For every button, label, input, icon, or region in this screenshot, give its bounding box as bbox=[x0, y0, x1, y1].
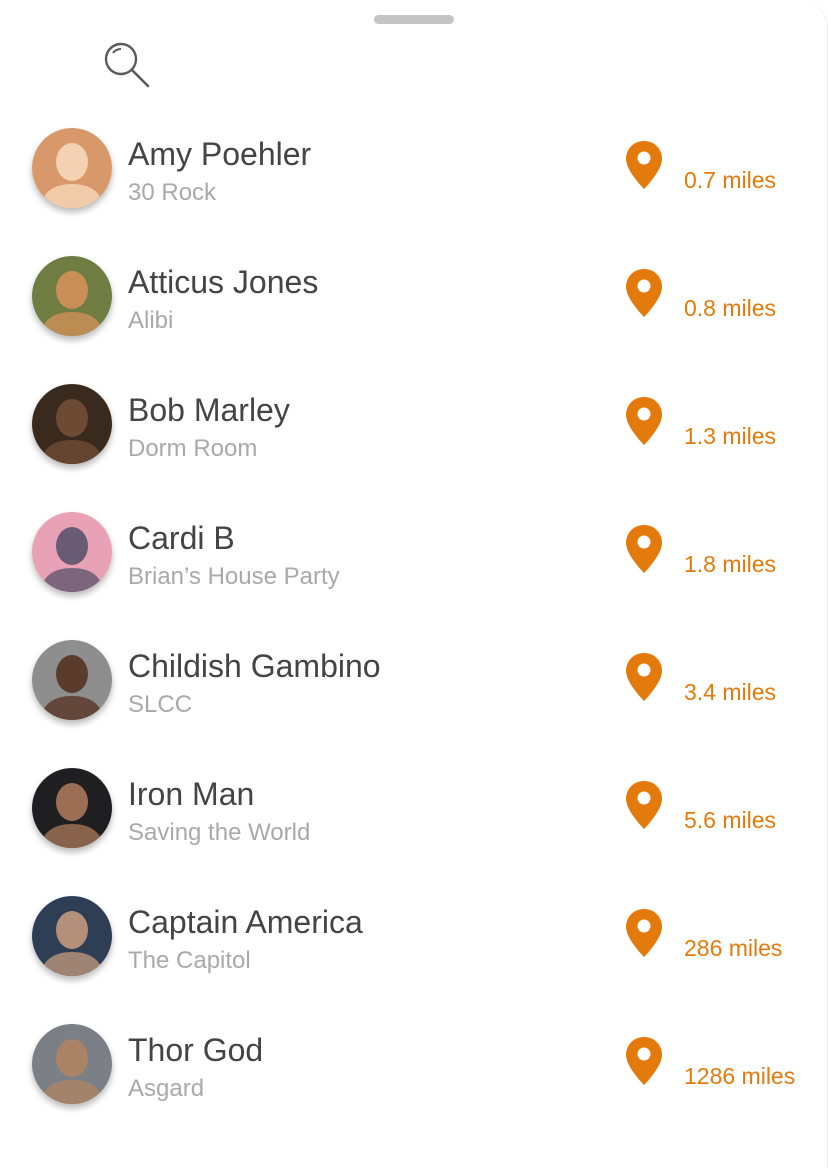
avatar[interactable] bbox=[32, 640, 112, 720]
distance-label: 0.7 miles bbox=[684, 167, 777, 193]
person-venue: 30 Rock bbox=[128, 179, 217, 206]
location-pin-icon bbox=[624, 140, 664, 190]
person-name: Bob Marley bbox=[128, 392, 290, 428]
distance-label: 5.6 miles bbox=[684, 807, 777, 833]
distance-label: 3.4 miles bbox=[684, 679, 777, 705]
avatar[interactable] bbox=[32, 384, 112, 464]
person-name: Cardi B bbox=[128, 520, 235, 556]
distance-label: 286 miles bbox=[684, 935, 783, 961]
list-item[interactable]: Bob Marley Dorm Room 1.3 miles bbox=[0, 360, 828, 488]
avatar[interactable] bbox=[32, 896, 112, 976]
location-pin-icon bbox=[624, 780, 664, 830]
location-pin-icon bbox=[624, 908, 664, 958]
people-list: Amy Poehler 30 Rock 0.7 miles Atticus Jo… bbox=[0, 104, 828, 1128]
list-item[interactable]: Cardi B Brian’s House Party 1.8 miles bbox=[0, 488, 828, 616]
person-name: Childish Gambino bbox=[128, 648, 381, 684]
sheet-grabber[interactable] bbox=[374, 15, 454, 24]
list-item[interactable]: Iron Man Saving the World 5.6 miles bbox=[0, 744, 828, 872]
location-pin-icon bbox=[624, 268, 664, 318]
person-name: Atticus Jones bbox=[128, 264, 319, 300]
person-venue: Saving the World bbox=[128, 819, 311, 846]
distance-label: 1286 miles bbox=[684, 1063, 796, 1089]
location-pin-icon bbox=[624, 1036, 664, 1086]
people-sheet: Amy Poehler 30 Rock 0.7 miles Atticus Jo… bbox=[0, 0, 828, 1168]
person-venue: SLCC bbox=[128, 691, 193, 718]
avatar[interactable] bbox=[32, 128, 112, 208]
person-name: Amy Poehler bbox=[128, 136, 312, 172]
list-item[interactable]: Atticus Jones Alibi 0.8 miles bbox=[0, 232, 828, 360]
distance-label: 1.3 miles bbox=[684, 423, 777, 449]
person-venue: Asgard bbox=[128, 1075, 205, 1102]
list-item[interactable]: Thor God Asgard 1286 miles bbox=[0, 1000, 828, 1128]
person-venue: Alibi bbox=[128, 307, 174, 334]
search-icon[interactable] bbox=[100, 40, 154, 94]
location-pin-icon bbox=[624, 396, 664, 446]
avatar[interactable] bbox=[32, 1024, 112, 1104]
person-venue: Brian’s House Party bbox=[128, 563, 340, 590]
location-pin-icon bbox=[624, 524, 664, 574]
list-item[interactable]: Childish Gambino SLCC 3.4 miles bbox=[0, 616, 828, 744]
list-item[interactable]: Amy Poehler 30 Rock 0.7 miles bbox=[0, 104, 828, 232]
person-venue: The Capitol bbox=[128, 947, 251, 974]
person-name: Thor God bbox=[128, 1032, 264, 1068]
person-venue: Dorm Room bbox=[128, 435, 258, 462]
person-name: Captain America bbox=[128, 904, 363, 940]
distance-label: 1.8 miles bbox=[684, 551, 777, 577]
avatar[interactable] bbox=[32, 512, 112, 592]
avatar[interactable] bbox=[32, 256, 112, 336]
distance-label: 0.8 miles bbox=[684, 295, 777, 321]
person-name: Iron Man bbox=[128, 776, 255, 812]
avatar[interactable] bbox=[32, 768, 112, 848]
list-item[interactable]: Captain America The Capitol 286 miles bbox=[0, 872, 828, 1000]
location-pin-icon bbox=[624, 652, 664, 702]
